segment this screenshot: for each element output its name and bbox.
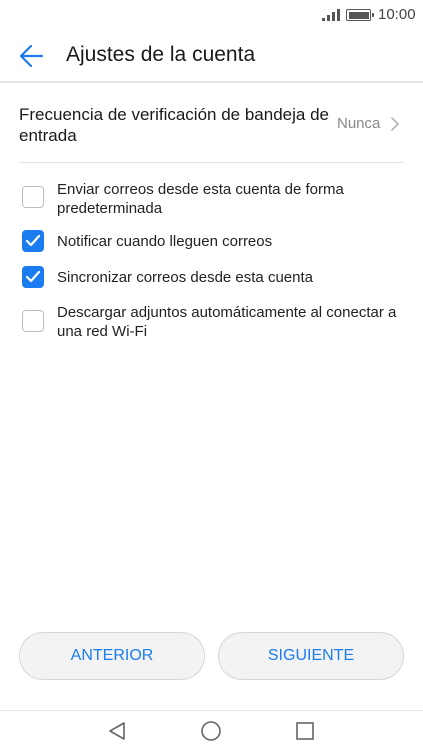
row-divider bbox=[19, 162, 404, 163]
chevron-right-icon bbox=[391, 117, 399, 131]
next-button[interactable]: SIGUIENTE bbox=[218, 632, 404, 680]
checkmark-icon bbox=[25, 270, 41, 283]
arrow-back-icon bbox=[19, 44, 44, 68]
nav-home-icon[interactable] bbox=[199, 719, 223, 743]
option-send-default[interactable]: Enviar correos desde esta cuenta de form… bbox=[0, 178, 423, 218]
checkbox-sync[interactable] bbox=[22, 266, 44, 288]
signal-icon bbox=[322, 9, 340, 21]
navigation-bar bbox=[0, 711, 423, 752]
page-title: Ajustes de la cuenta bbox=[66, 43, 256, 66]
status-bar: 10:00 bbox=[0, 0, 423, 30]
inbox-check-frequency-row[interactable]: Frecuencia de verificación de bandeja de… bbox=[0, 83, 423, 163]
option-label: Notificar cuando lleguen correos bbox=[57, 233, 273, 250]
previous-button[interactable]: ANTERIOR bbox=[19, 632, 205, 680]
checkbox-send-default[interactable] bbox=[22, 186, 44, 208]
checkbox-download-attachments[interactable] bbox=[22, 310, 44, 332]
option-download-attachments[interactable]: Descargar adjuntos automáticamente al co… bbox=[0, 302, 423, 342]
status-time: 10:00 bbox=[378, 6, 416, 23]
app-bar: Ajustes de la cuenta bbox=[0, 30, 423, 82]
nav-back-icon[interactable] bbox=[105, 719, 129, 743]
frequency-label: Frecuencia de verificación de bandeja de… bbox=[19, 105, 329, 145]
checkmark-icon bbox=[25, 234, 41, 247]
battery-icon bbox=[346, 9, 374, 21]
checkbox-notify[interactable] bbox=[22, 230, 44, 252]
nav-recents-icon[interactable] bbox=[293, 719, 317, 743]
option-label: Sincronizar correos desde esta cuenta bbox=[57, 269, 313, 286]
option-sync[interactable]: Sincronizar correos desde esta cuenta bbox=[0, 266, 423, 290]
back-button[interactable] bbox=[14, 40, 50, 72]
option-label: Descargar adjuntos automáticamente al co… bbox=[57, 304, 397, 340]
frequency-value: Nunca bbox=[337, 115, 381, 132]
option-label: Enviar correos desde esta cuenta de form… bbox=[57, 181, 344, 217]
option-notify[interactable]: Notificar cuando lleguen correos bbox=[0, 229, 423, 253]
